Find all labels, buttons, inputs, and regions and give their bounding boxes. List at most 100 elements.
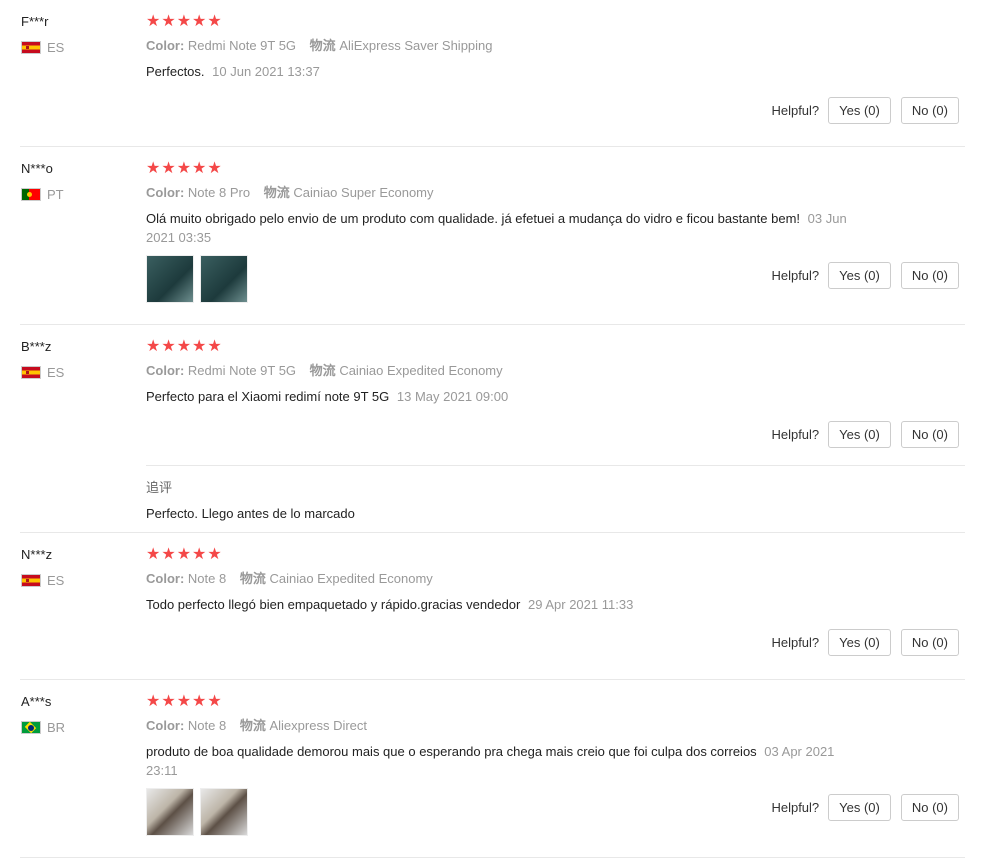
shipping-label: 物流 xyxy=(239,571,266,586)
followup-text: Perfecto. Llego antes de lo marcado xyxy=(146,506,355,521)
review-photos xyxy=(146,788,866,836)
star-rating: ★★★★★ xyxy=(146,160,223,177)
review-text: Todo perfecto llegó bien empaquetado y r… xyxy=(146,595,866,614)
shipping-value: Cainiao Expedited Economy xyxy=(339,363,503,378)
review-content: produto de boa qualidade demorou mais qu… xyxy=(146,744,757,759)
shipping-value: Cainiao Super Economy xyxy=(293,185,434,200)
helpful-yes-button[interactable]: Yes (0) xyxy=(828,421,891,448)
review-photo-thumbnail[interactable] xyxy=(146,255,194,303)
color-label: Color: xyxy=(146,185,185,200)
review-date: 10 Jun 2021 13:37 xyxy=(212,64,320,79)
shipping-label: 物流 xyxy=(309,38,336,53)
helpful-label: Helpful? xyxy=(771,635,820,650)
review-body: ★★★★★ Color: Redmi Note 9T 5G 物流 AliExpr… xyxy=(146,13,866,81)
helpful-no-button[interactable]: No (0) xyxy=(900,794,959,821)
review-divider xyxy=(20,679,965,680)
color-label: Color: xyxy=(146,38,185,53)
review-meta: Color: Redmi Note 9T 5G 物流 AliExpress Sa… xyxy=(146,37,866,55)
review-photo-thumbnail[interactable] xyxy=(200,255,248,303)
helpful-controls: Helpful? Yes (0) No (0) xyxy=(771,629,959,656)
shipping-label: 物流 xyxy=(263,185,290,200)
review-body: ★★★★★ Color: Redmi Note 9T 5G 物流 Cainiao… xyxy=(146,338,866,406)
reviewer-name: N***z xyxy=(21,547,53,562)
review-text: Olá muito obrigado pelo envio de um prod… xyxy=(146,209,866,247)
shipping-label: 物流 xyxy=(309,363,336,378)
star-rating: ★★★★★ xyxy=(146,546,223,563)
star-rating: ★★★★★ xyxy=(146,693,223,710)
review-meta: Color: Redmi Note 9T 5G 物流 Cainiao Exped… xyxy=(146,362,866,380)
spain-flag-icon xyxy=(21,366,41,379)
review-divider xyxy=(20,146,965,147)
review-text: Perfectos. 10 Jun 2021 13:37 xyxy=(146,62,866,81)
helpful-no-button[interactable]: No (0) xyxy=(900,629,959,656)
review-date: 29 Apr 2021 11:33 xyxy=(528,597,634,612)
brazil-flag-icon xyxy=(21,721,41,734)
spain-flag-icon xyxy=(21,574,41,587)
helpful-controls: Helpful? Yes (0) No (0) xyxy=(771,97,959,124)
country-code: ES xyxy=(47,365,65,380)
review-meta: Color: Note 8 物流 Aliexpress Direct xyxy=(146,717,866,735)
review-meta: Color: Note 8 物流 Cainiao Expedited Econo… xyxy=(146,570,866,588)
helpful-yes-button[interactable]: Yes (0) xyxy=(828,794,891,821)
shipping-value: Cainiao Expedited Economy xyxy=(269,571,433,586)
color-label: Color: xyxy=(146,718,185,733)
helpful-label: Helpful? xyxy=(771,268,820,283)
review-content: Todo perfecto llegó bien empaquetado y r… xyxy=(146,597,521,612)
review-divider xyxy=(20,532,965,533)
reviewer-country: ES xyxy=(21,573,64,588)
spain-flag-icon xyxy=(21,41,41,54)
helpful-controls: Helpful? Yes (0) No (0) xyxy=(771,794,959,821)
helpful-yes-button[interactable]: Yes (0) xyxy=(828,97,891,124)
review-divider xyxy=(20,324,965,325)
star-rating: ★★★★★ xyxy=(146,338,223,355)
helpful-yes-button[interactable]: Yes (0) xyxy=(828,629,891,656)
color-value: Note 8 xyxy=(187,718,227,733)
review-meta: Color: Note 8 Pro 物流 Cainiao Super Econo… xyxy=(146,184,866,202)
reviewer-name: B***z xyxy=(21,339,52,354)
helpful-label: Helpful? xyxy=(771,103,820,118)
country-code: PT xyxy=(47,187,64,202)
shipping-value: Aliexpress Direct xyxy=(269,718,368,733)
color-value: Redmi Note 9T 5G xyxy=(187,363,297,378)
helpful-controls: Helpful? Yes (0) No (0) xyxy=(771,421,959,448)
review-photo-thumbnail[interactable] xyxy=(146,788,194,836)
helpful-yes-button[interactable]: Yes (0) xyxy=(828,262,891,289)
reviewer-name: F***r xyxy=(21,14,49,29)
followup-divider xyxy=(146,465,965,466)
color-value: Redmi Note 9T 5G xyxy=(187,38,297,53)
review-text: produto de boa qualidade demorou mais qu… xyxy=(146,742,866,780)
reviewer-info: N***z ES xyxy=(21,546,64,588)
review-photo-thumbnail[interactable] xyxy=(200,788,248,836)
review-body: ★★★★★ Color: Note 8 物流 Cainiao Expedited… xyxy=(146,546,866,614)
reviewer-country: ES xyxy=(21,365,64,380)
star-rating: ★★★★★ xyxy=(146,13,223,30)
review-body: ★★★★★ Color: Note 8 Pro 物流 Cainiao Super… xyxy=(146,160,866,303)
color-label: Color: xyxy=(146,571,185,586)
helpful-label: Helpful? xyxy=(771,800,820,815)
review-photos xyxy=(146,255,866,303)
reviewer-info: A***s BR xyxy=(21,693,65,735)
helpful-no-button[interactable]: No (0) xyxy=(900,262,959,289)
helpful-no-button[interactable]: No (0) xyxy=(900,97,959,124)
review-text: Perfecto para el Xiaomi redimí note 9T 5… xyxy=(146,387,866,406)
reviewer-name: N***o xyxy=(21,161,53,176)
color-label: Color: xyxy=(146,363,185,378)
country-code: ES xyxy=(47,40,65,55)
portugal-flag-icon xyxy=(21,188,41,201)
review-content: Olá muito obrigado pelo envio de um prod… xyxy=(146,211,801,226)
review-divider xyxy=(20,857,965,858)
review-date: 13 May 2021 09:00 xyxy=(396,389,509,404)
reviewer-country: PT xyxy=(21,187,64,202)
helpful-controls: Helpful? Yes (0) No (0) xyxy=(771,262,959,289)
reviewer-country: BR xyxy=(21,720,65,735)
review-content: Perfecto para el Xiaomi redimí note 9T 5… xyxy=(146,389,390,404)
country-code: BR xyxy=(47,720,66,735)
shipping-label: 物流 xyxy=(239,718,266,733)
color-value: Note 8 xyxy=(187,571,227,586)
reviewer-info: F***r ES xyxy=(21,13,64,55)
country-code: ES xyxy=(47,573,65,588)
helpful-no-button[interactable]: No (0) xyxy=(900,421,959,448)
shipping-value: AliExpress Saver Shipping xyxy=(339,38,493,53)
review-body: ★★★★★ Color: Note 8 物流 Aliexpress Direct… xyxy=(146,693,866,836)
review-content: Perfectos. xyxy=(146,64,205,79)
